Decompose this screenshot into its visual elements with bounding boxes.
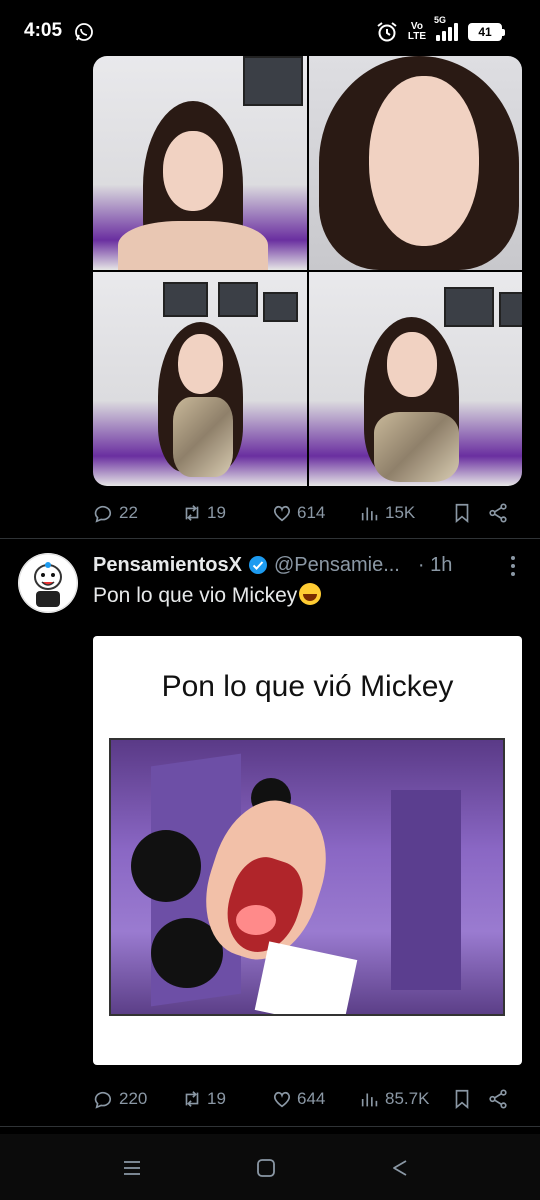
media-photo-4[interactable] (308, 272, 522, 486)
meme-caption: Pon lo que vió Mickey (161, 670, 454, 703)
alarm-icon (377, 22, 397, 42)
tweet-divider (0, 538, 540, 539)
heart-icon (273, 1091, 291, 1108)
analytics-icon (361, 1093, 378, 1107)
battery-level: 41 (478, 25, 492, 39)
tweet2-action-bar: 220 19 644 85.7K (93, 1084, 523, 1114)
back-icon[interactable] (388, 1156, 412, 1180)
whatsapp-icon (75, 23, 93, 41)
view-count: 85.7K (385, 1089, 430, 1108)
display-name[interactable]: PensamientosX (93, 554, 242, 577)
reply-button[interactable]: 22 (93, 502, 181, 524)
view-count: 15K (385, 503, 416, 522)
share-icon (489, 1089, 507, 1109)
reply-button[interactable]: 220 (93, 1088, 181, 1110)
analytics-icon (361, 507, 378, 521)
volte-indicator: Vo LTE (408, 22, 426, 42)
signal-strength-icon: 5G (434, 15, 458, 41)
views-button[interactable]: 15K (359, 502, 451, 524)
repost-count: 19 (207, 503, 226, 522)
user-handle[interactable]: @Pensamie... (274, 554, 400, 577)
verified-badge-icon (248, 556, 267, 574)
reply-count: 220 (119, 1089, 148, 1108)
status-time: 4:05 (24, 20, 63, 41)
share-button[interactable] (487, 502, 517, 524)
like-button[interactable]: 614 (271, 502, 359, 524)
bookmark-button[interactable] (451, 502, 487, 524)
repost-count: 19 (207, 1089, 226, 1108)
status-bar: 4:05 Vo LTE 5G 41 (0, 0, 540, 56)
network-type-label: 5G (434, 15, 447, 25)
more-options-icon[interactable] (508, 555, 518, 577)
like-button[interactable]: 644 (271, 1088, 359, 1110)
media-photo-2[interactable] (308, 56, 522, 270)
tweet-media-image[interactable]: Pon lo que vió Mickey (93, 636, 522, 1065)
recent-apps-icon[interactable] (120, 1156, 144, 1180)
repost-button[interactable]: 19 (181, 1088, 271, 1110)
tweet2-header: PensamientosX @Pensamie... · 1h (93, 551, 513, 579)
home-icon[interactable] (254, 1156, 278, 1180)
volte-label-bottom: LTE (407, 31, 426, 42)
heart-icon (273, 505, 291, 522)
tweet-text: Pon lo que vio Mickey (93, 583, 322, 608)
share-icon (489, 503, 507, 523)
views-button[interactable]: 85.7K (359, 1088, 451, 1110)
bookmark-icon (455, 1089, 469, 1110)
reply-icon (94, 1091, 112, 1109)
battery-icon: 41 (468, 23, 505, 41)
status-icons: Vo LTE 5G 41 (376, 15, 505, 46)
tweet-divider (0, 1126, 540, 1127)
tweet1-action-bar: 22 19 614 15K (93, 498, 523, 528)
system-navigation-bar (0, 1134, 540, 1200)
tweet-media-grid[interactable] (93, 56, 522, 486)
media-photo-1[interactable] (93, 56, 307, 270)
reply-icon (94, 505, 112, 523)
repost-icon (185, 505, 199, 521)
reply-count: 22 (119, 503, 138, 522)
tweet-text-content: Pon lo que vio Mickey (93, 584, 298, 607)
bookmark-icon (455, 503, 469, 524)
like-count: 614 (297, 503, 326, 522)
meme-picture (109, 738, 505, 1016)
bookmark-button[interactable] (451, 1088, 487, 1110)
avatar-image (18, 553, 78, 613)
like-count: 644 (297, 1089, 326, 1108)
repost-icon (185, 1091, 199, 1107)
media-photo-3[interactable] (93, 272, 307, 486)
share-button[interactable] (487, 1088, 517, 1110)
repost-button[interactable]: 19 (181, 502, 271, 524)
laughing-emoji-icon (299, 583, 322, 605)
avatar[interactable] (18, 553, 78, 613)
tweet-time: · 1h (417, 553, 453, 576)
